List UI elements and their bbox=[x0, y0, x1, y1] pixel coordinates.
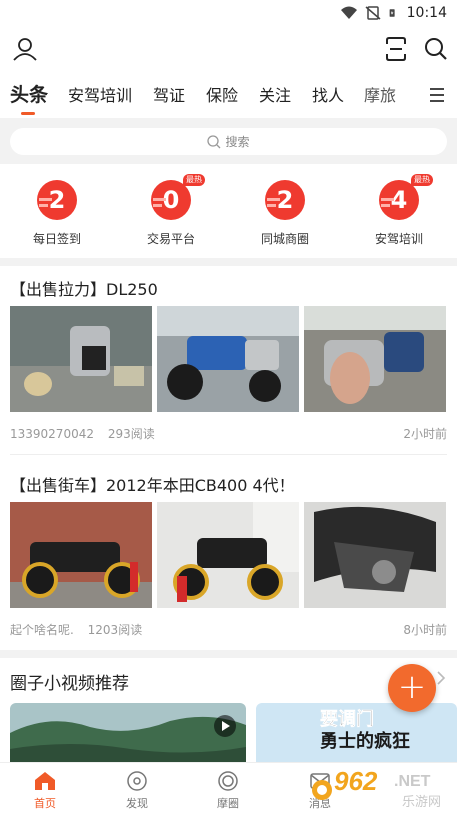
svg-text:.NET: .NET bbox=[394, 773, 431, 790]
tab-find-people[interactable]: 找人 bbox=[312, 82, 344, 106]
video-section-title: 圈子小视频推荐 bbox=[10, 674, 129, 694]
tab-moto-travel[interactable]: 摩旅 bbox=[364, 82, 396, 106]
active-tab-indicator bbox=[21, 112, 35, 115]
post-image[interactable] bbox=[10, 502, 152, 608]
post-time: 2小时前 bbox=[403, 427, 447, 441]
site-watermark: 962 .NET 乐游网 bbox=[308, 766, 457, 810]
play-icon[interactable] bbox=[214, 715, 236, 737]
post-time: 8小时前 bbox=[403, 623, 447, 637]
user-icon[interactable] bbox=[12, 36, 38, 62]
quick-entry-trade[interactable]: 0 最热 交易平台 bbox=[121, 174, 221, 247]
tab-license[interactable]: 驾证 bbox=[153, 82, 185, 106]
post-meta: 13390270042 293阅读 bbox=[10, 425, 155, 442]
video-thumbnail bbox=[10, 703, 246, 765]
post-image[interactable] bbox=[304, 502, 446, 608]
search-placeholder: 搜索 bbox=[225, 135, 250, 149]
section-divider bbox=[0, 650, 457, 658]
search-input[interactable]: 搜索 bbox=[10, 128, 447, 155]
menu-icon[interactable] bbox=[428, 86, 446, 104]
top-bar bbox=[0, 30, 457, 70]
section-divider bbox=[0, 258, 457, 266]
video-card[interactable]: 要调门 勇士的疯狂 bbox=[256, 703, 457, 765]
tab-headlines[interactable]: 头条 bbox=[10, 80, 48, 107]
chevron-right-icon[interactable] bbox=[436, 670, 446, 686]
post-divider bbox=[10, 454, 447, 455]
nav-discover[interactable]: 发现 bbox=[107, 771, 167, 811]
nav-moto-circle[interactable]: 摩圈 bbox=[198, 771, 258, 811]
svg-text:962: 962 bbox=[334, 766, 378, 796]
battery-icon bbox=[389, 9, 395, 17]
checkin-badge-icon: 2 bbox=[37, 180, 77, 220]
status-bar: 10:14 bbox=[0, 0, 457, 26]
quick-entries: 2 每日签到 0 最热 交易平台 2 同城商圈 4 最热 安驾培训 bbox=[0, 170, 457, 260]
post-author[interactable]: 起个啥名呢. bbox=[10, 623, 74, 637]
clock: 10:14 bbox=[406, 5, 447, 21]
quick-entry-local[interactable]: 2 同城商圈 bbox=[235, 180, 335, 247]
training-badge-icon: 4 最热 bbox=[379, 174, 433, 220]
post-meta: 起个啥名呢. 1203阅读 bbox=[10, 621, 142, 638]
hot-tag: 最热 bbox=[411, 174, 433, 186]
post-image[interactable] bbox=[157, 306, 299, 412]
video-caption: 勇士的疯狂 bbox=[320, 731, 410, 752]
quick-entry-label: 每日签到 bbox=[32, 232, 81, 246]
post-title[interactable]: 【出售街车】2012年本田CB400 4代！ bbox=[10, 472, 295, 496]
tab-safe-driving[interactable]: 安驾培训 bbox=[68, 82, 132, 106]
trade-badge-icon: 0 最热 bbox=[151, 174, 205, 220]
no-sim-icon bbox=[365, 6, 381, 20]
post-reads: 293阅读 bbox=[107, 427, 155, 441]
nav-home[interactable]: 首页 bbox=[15, 771, 75, 811]
quick-entry-label: 交易平台 bbox=[146, 232, 195, 246]
home-icon bbox=[35, 772, 55, 790]
search-area: 搜索 bbox=[0, 118, 457, 164]
tab-following[interactable]: 关注 bbox=[259, 82, 291, 106]
post-title[interactable]: 【出售拉力】DL250 bbox=[10, 276, 158, 300]
quick-entry-checkin[interactable]: 2 每日签到 bbox=[7, 180, 107, 247]
post-image[interactable] bbox=[10, 306, 152, 412]
quick-entry-label: 同城商圈 bbox=[260, 232, 309, 246]
category-tabs: 头条 安驾培训 驾证 保险 关注 找人 摩旅 bbox=[0, 78, 457, 118]
search-icon bbox=[207, 134, 221, 148]
tab-insurance[interactable]: 保险 bbox=[206, 82, 238, 106]
local-badge-icon: 2 bbox=[265, 180, 305, 220]
post-reads: 1203阅读 bbox=[87, 623, 143, 637]
post-image[interactable] bbox=[304, 306, 446, 412]
circle-icon bbox=[218, 771, 238, 791]
quick-entry-label: 安驾培训 bbox=[374, 232, 423, 246]
watermark-logo: 962 .NET 乐游网 bbox=[312, 766, 441, 810]
search-icon[interactable] bbox=[424, 36, 448, 62]
video-card[interactable] bbox=[10, 703, 246, 765]
hot-tag: 最热 bbox=[183, 174, 205, 186]
wifi-icon bbox=[340, 6, 357, 19]
post-image[interactable] bbox=[157, 502, 299, 608]
scan-icon[interactable] bbox=[384, 36, 408, 62]
discover-icon bbox=[127, 771, 147, 791]
svg-text:乐游网: 乐游网 bbox=[402, 795, 441, 810]
post-author[interactable]: 13390270042 bbox=[10, 427, 94, 441]
quick-entry-training[interactable]: 4 最热 安驾培训 bbox=[349, 174, 449, 247]
add-post-button[interactable]: + bbox=[388, 664, 436, 712]
